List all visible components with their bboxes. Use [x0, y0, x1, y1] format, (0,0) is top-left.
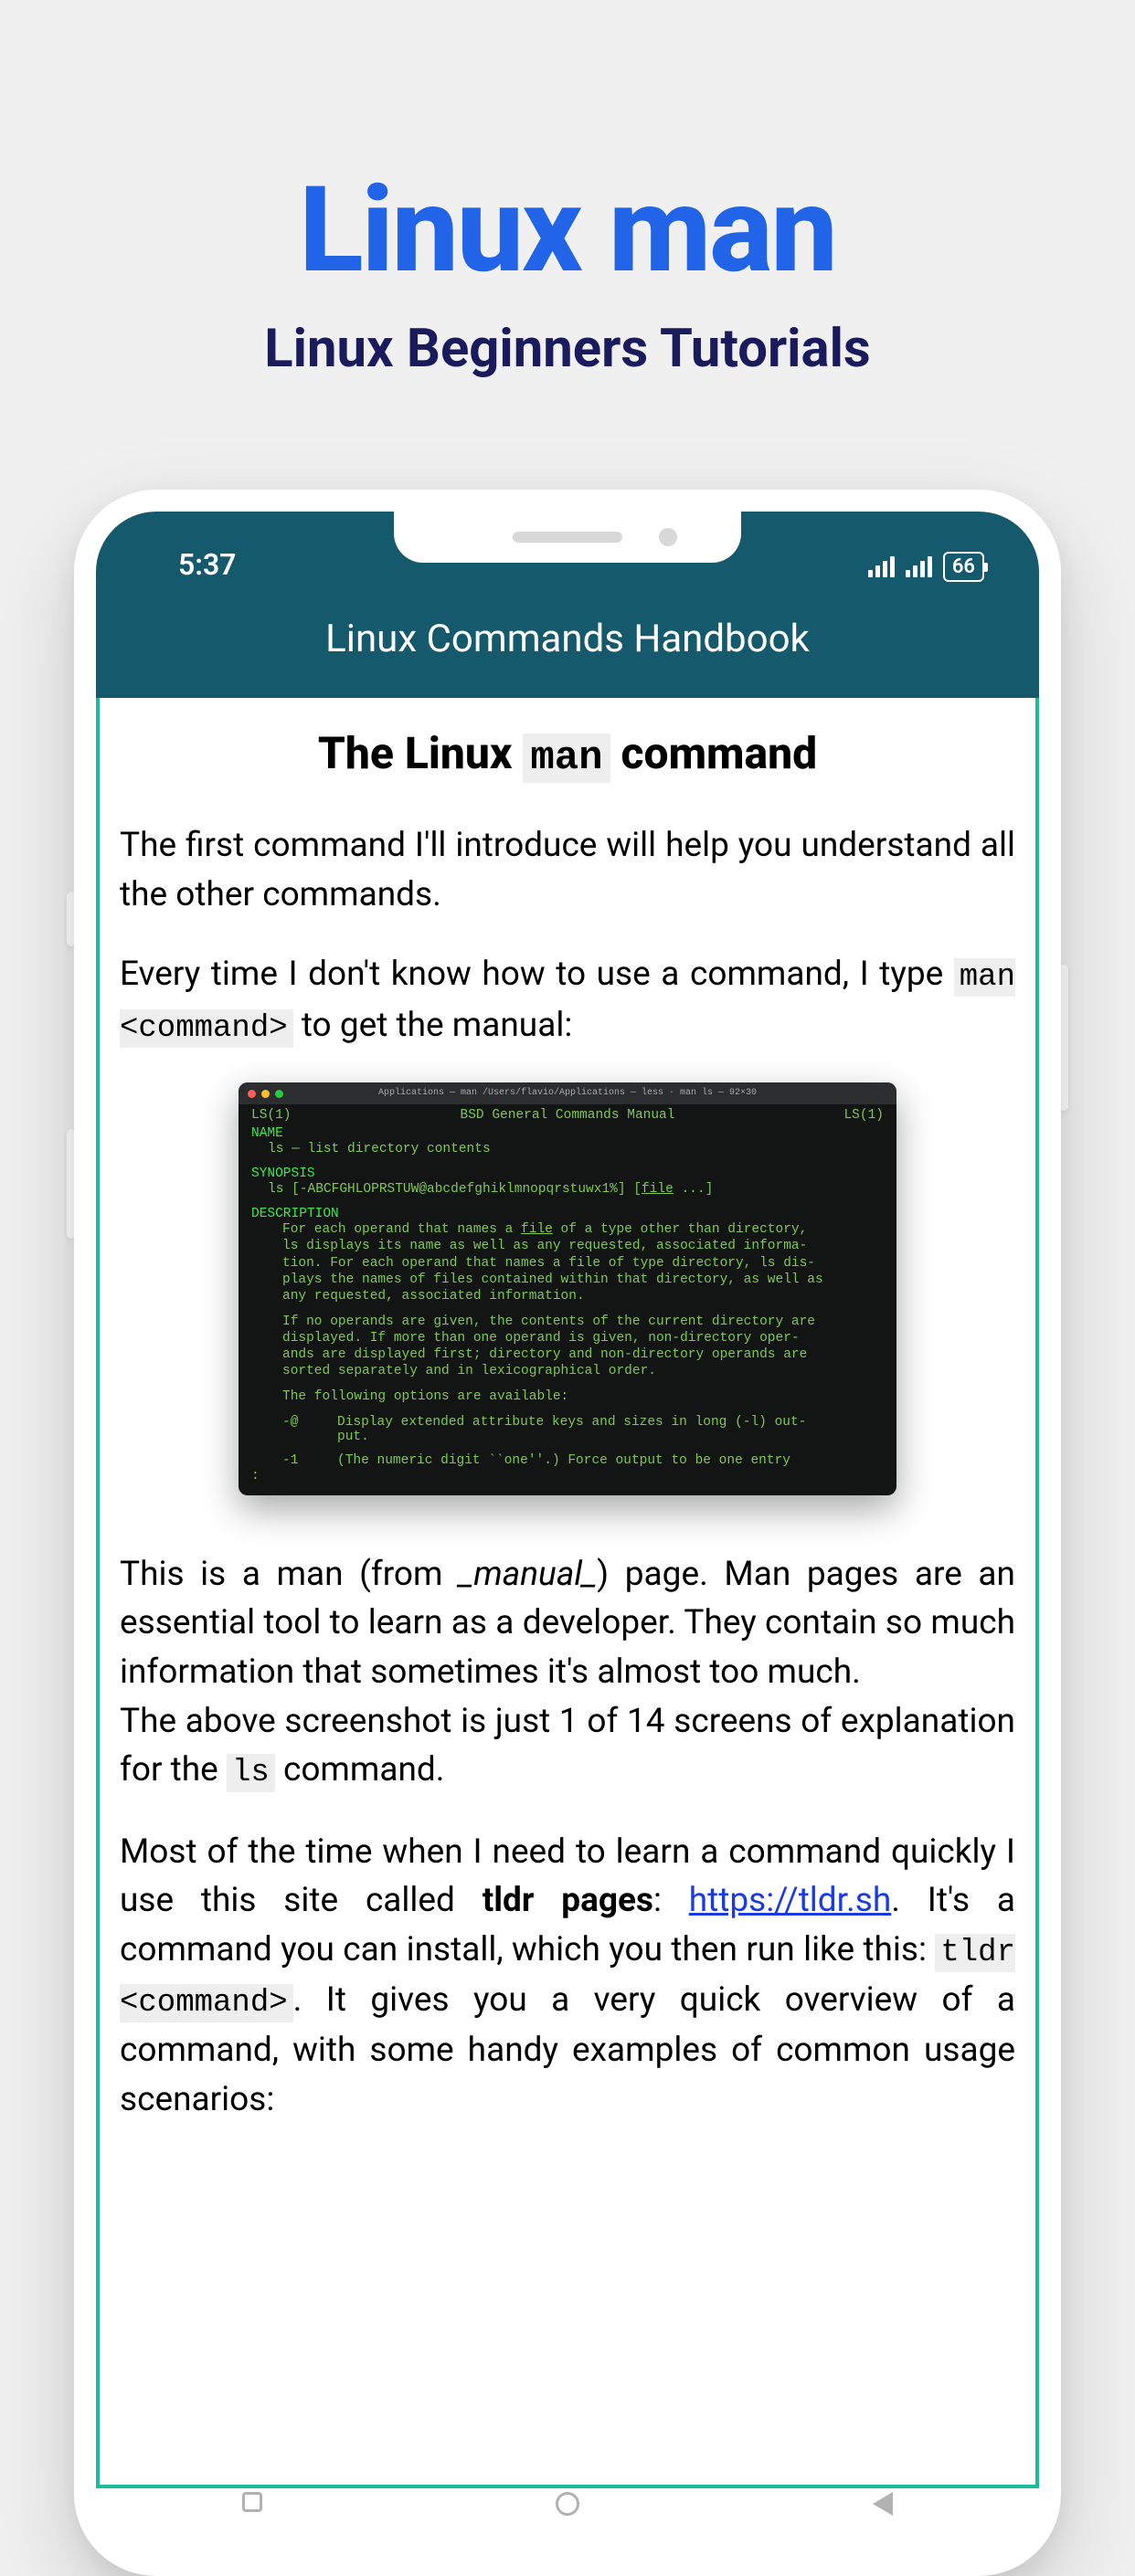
- status-time: 5:37: [151, 547, 237, 582]
- article-heading: The Linux man command: [120, 725, 1015, 821]
- p5-bold: tldr pages: [483, 1881, 653, 1920]
- terminal-screenshot: Applications — man /Users/flavio/Applica…: [239, 1082, 896, 1495]
- desc-line-2: ls displays its name as well as any requ…: [239, 1238, 896, 1254]
- d1a: For each operand that names a: [282, 1222, 521, 1237]
- p2-text-b: to get the manual:: [293, 1006, 573, 1045]
- status-bar: 5:37 66: [96, 512, 1039, 589]
- man-hdr-right: LS(1): [726, 1108, 884, 1123]
- status-icons: 66: [868, 552, 984, 582]
- tldr-link[interactable]: https://tldr.sh: [689, 1881, 891, 1920]
- desc-line-6: If no operands are given, the contents o…: [239, 1314, 896, 1330]
- synopsis-line: ls [-ABCFGHLOPRSTUW@abcdefghiklmnopqrstu…: [239, 1181, 896, 1198]
- notch: [394, 512, 741, 563]
- p4-b: command.: [275, 1750, 445, 1789]
- signal-icon-2: [906, 556, 932, 577]
- desc-line-8: ands are displayed first; directory and …: [239, 1346, 896, 1363]
- article-content[interactable]: The Linux man command The first command …: [96, 698, 1039, 2488]
- p2-text-a: Every time I don't know how to use a com…: [120, 955, 954, 994]
- battery-indicator: 66: [943, 552, 984, 582]
- paragraph-2: Every time I don't know how to use a com…: [120, 950, 1015, 1051]
- android-nav-bar: [96, 2488, 1039, 2554]
- option-1: -1 (The numeric digit ``one''.) Force ou…: [239, 1453, 896, 1468]
- terminal-title: Applications — man /Users/flavio/Applica…: [239, 1088, 896, 1098]
- phone-mockup: 5:37 66 Linux Commands Handbook The Linu…: [74, 490, 1061, 2576]
- d1b: of a type other than directory,: [553, 1222, 807, 1237]
- opt2-text: (The numeric digit ``one''.) Force outpu…: [337, 1453, 790, 1468]
- paragraph-5: Most of the time when I need to learn a …: [120, 1828, 1015, 2125]
- opt1-flag: -@: [282, 1415, 337, 1430]
- syn-file: file: [642, 1182, 674, 1197]
- heading-text-suffix: command: [610, 727, 818, 779]
- recent-apps-icon[interactable]: [242, 2492, 262, 2512]
- front-camera: [659, 528, 677, 546]
- desc-line-5: any requested, associated information.: [239, 1288, 896, 1304]
- promo-title: Linux man: [0, 164, 1135, 295]
- promo-header: Linux man Linux Beginners Tutorials: [0, 0, 1135, 490]
- signal-icon: [868, 556, 895, 577]
- syn-b: ...]: [674, 1182, 714, 1197]
- heading-text-prefix: The Linux: [318, 727, 523, 779]
- opt1-a: Display extended attribute keys and size…: [337, 1415, 806, 1430]
- desc-line-10: The following options are available:: [239, 1388, 896, 1405]
- option-at-2: put.: [239, 1430, 896, 1444]
- terminal-titlebar: Applications — man /Users/flavio/Applica…: [239, 1082, 896, 1104]
- app-header-title: Linux Commands Handbook: [96, 589, 1039, 698]
- man-header-row: LS(1) BSD General Commands Manual LS(1): [239, 1104, 896, 1123]
- paragraph-3: This is a man (from _manual_) page. Man …: [120, 1550, 1015, 1697]
- promo-subtitle: Linux Beginners Tutorials: [0, 318, 1135, 380]
- man-hdr-center: BSD General Commands Manual: [409, 1108, 726, 1123]
- desc-line-3: tion. For each operand that names a file…: [239, 1255, 896, 1272]
- inline-code-ls: ls: [227, 1754, 275, 1792]
- paragraph-1: The first command I'll introduce will he…: [120, 821, 1015, 919]
- paragraph-4: The above screenshot is just 1 of 14 scr…: [120, 1697, 1015, 1797]
- p3-italic: _manual_: [459, 1555, 597, 1594]
- heading-inline-code: man: [523, 734, 610, 783]
- desc-line-1: For each operand that names a file of a …: [239, 1221, 896, 1238]
- p3-a: This is a man (from: [120, 1555, 459, 1594]
- desc-line-7: displayed. If more than one operand is g…: [239, 1330, 896, 1346]
- man-hdr-left: LS(1): [251, 1108, 409, 1123]
- opt2-flag: -1: [282, 1453, 337, 1468]
- name-line: ls — list directory contents: [239, 1141, 896, 1157]
- option-at: -@ Display extended attribute keys and s…: [239, 1415, 896, 1430]
- speaker-grill: [513, 532, 622, 543]
- back-icon[interactable]: [873, 2492, 893, 2516]
- opt1-flag-spacer: [282, 1430, 337, 1444]
- opt1-b: put.: [337, 1430, 369, 1444]
- home-icon[interactable]: [556, 2492, 579, 2516]
- pager-prompt: :: [239, 1468, 896, 1484]
- section-description: DESCRIPTION: [239, 1203, 896, 1221]
- desc-line-4: plays the names of files contained withi…: [239, 1272, 896, 1288]
- syn-a: ls [-ABCFGHLOPRSTUW@abcdefghiklmnopqrstu…: [268, 1182, 642, 1197]
- desc-line-9: sorted separately and in lexicographical…: [239, 1363, 896, 1379]
- section-name: NAME: [239, 1123, 896, 1141]
- section-synopsis: SYNOPSIS: [239, 1163, 896, 1181]
- p5-b: :: [653, 1881, 689, 1920]
- d1file: file: [521, 1222, 553, 1237]
